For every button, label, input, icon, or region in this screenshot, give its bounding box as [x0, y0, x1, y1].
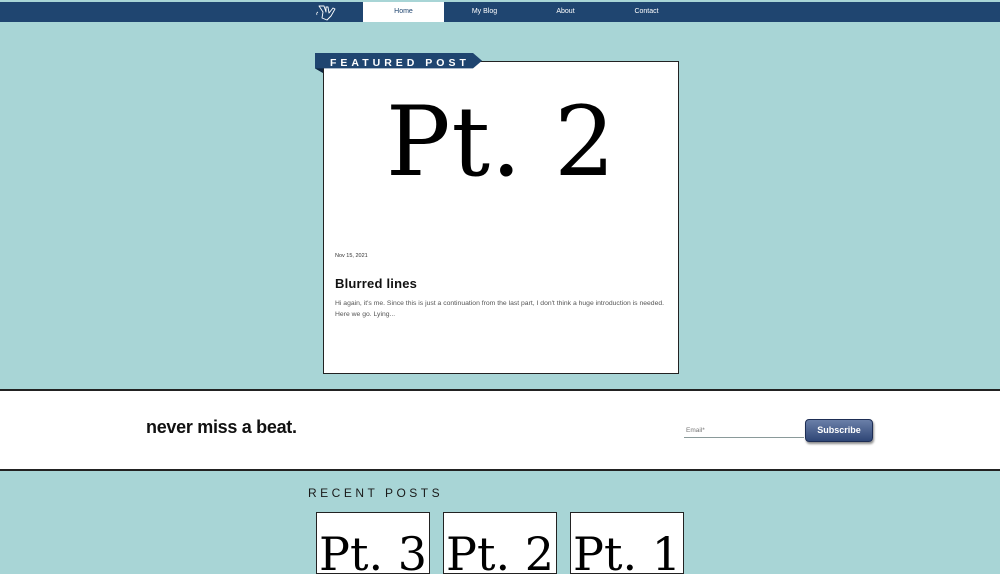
recent-post-cover-title: Pt. 2 [446, 527, 554, 574]
nav-item-about[interactable]: About [525, 2, 606, 22]
top-nav-bar: Home My Blog About Contact [0, 2, 1000, 22]
post-date: Nov 15, 2021 [335, 253, 368, 259]
post-title[interactable]: Blurred lines [335, 276, 417, 291]
email-field[interactable] [684, 423, 804, 438]
recent-post-cover-title: Pt. 1 [573, 527, 681, 574]
recent-posts-heading: RECENT POSTS [308, 486, 444, 500]
recent-post-card[interactable]: Pt. 2 [443, 512, 557, 574]
nav-item-home[interactable]: Home [363, 2, 444, 22]
subscribe-tagline: never miss a beat. [146, 417, 297, 437]
recent-post-card[interactable]: Pt. 1 [570, 512, 684, 574]
hand-sign-logo-icon[interactable] [313, 3, 339, 21]
nav-item-my-blog[interactable]: My Blog [444, 2, 525, 22]
featured-ribbon-label: FEATURED POST [330, 57, 470, 69]
subscribe-button[interactable]: Subscribe [805, 419, 873, 442]
recent-post-card[interactable]: Pt. 3 [316, 512, 430, 574]
nav-item-contact[interactable]: Contact [606, 2, 687, 22]
featured-cover-title[interactable]: Pt. 2 [323, 92, 679, 192]
post-excerpt: Hi again, it's me. Since this is just a … [335, 300, 665, 318]
recent-post-cover-title: Pt. 3 [319, 527, 427, 574]
